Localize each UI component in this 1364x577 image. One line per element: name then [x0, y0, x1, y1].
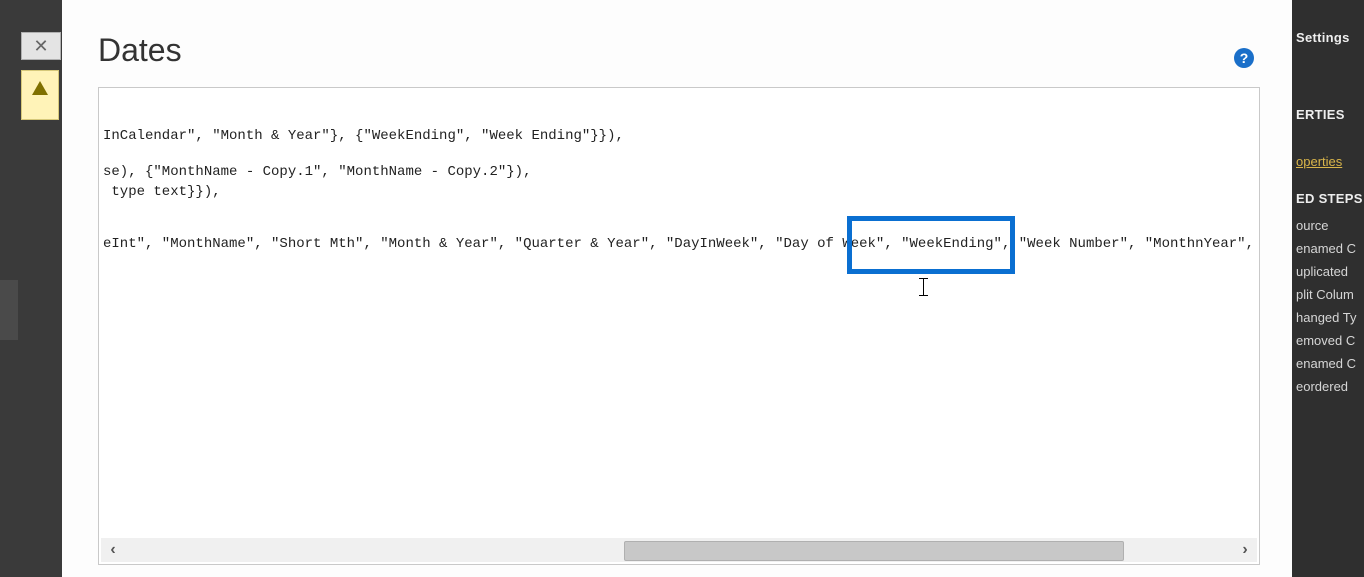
- applied-steps-heading: ED STEPS: [1292, 177, 1364, 214]
- applied-step-item[interactable]: enamed C: [1292, 237, 1364, 260]
- warning-icon: [32, 81, 48, 95]
- code-line: eInt", "MonthName", "Short Mth", "Month …: [99, 234, 1259, 254]
- code-line: type text}}),: [99, 182, 1259, 202]
- scroll-right-button[interactable]: ›: [1233, 538, 1257, 562]
- left-gutter: ✕: [0, 0, 62, 577]
- code-viewport: InCalendar", "Month & Year"}, {"WeekEndi…: [99, 88, 1259, 574]
- chevron-right-icon: ›: [1242, 541, 1247, 559]
- applied-step-item[interactable]: plit Colum: [1292, 283, 1364, 306]
- close-button[interactable]: ✕: [21, 32, 61, 60]
- applied-step-item[interactable]: hanged Ty: [1292, 306, 1364, 329]
- applied-step-item[interactable]: ource: [1292, 214, 1364, 237]
- left-accent: [0, 280, 18, 340]
- warning-tab[interactable]: [21, 70, 59, 120]
- text-caret: [923, 278, 924, 296]
- code-line: InCalendar", "Month & Year"}, {"WeekEndi…: [99, 126, 1259, 146]
- all-properties-link[interactable]: operties: [1292, 150, 1364, 177]
- chevron-left-icon: ‹: [110, 541, 115, 559]
- applied-step-item[interactable]: emoved C: [1292, 329, 1364, 352]
- applied-step-item[interactable]: uplicated: [1292, 260, 1364, 283]
- horizontal-scrollbar[interactable]: ‹ ›: [101, 538, 1257, 562]
- code-editor[interactable]: InCalendar", "Month & Year"}, {"WeekEndi…: [98, 87, 1260, 565]
- scroll-left-button[interactable]: ‹: [101, 538, 125, 562]
- advanced-editor-dialog: ? Dates InCalendar", "Month & Year"}, {"…: [62, 0, 1292, 577]
- help-icon[interactable]: ?: [1234, 48, 1254, 68]
- scroll-track[interactable]: [125, 538, 1233, 562]
- applied-step-item[interactable]: enamed C: [1292, 352, 1364, 375]
- applied-step-item[interactable]: eordered: [1292, 375, 1364, 398]
- settings-panel: Settings ERTIES operties ED STEPS ourcee…: [1292, 0, 1364, 577]
- scroll-thumb[interactable]: [624, 541, 1125, 561]
- properties-heading: ERTIES: [1292, 93, 1364, 130]
- help-glyph: ?: [1240, 50, 1249, 66]
- close-icon: ✕: [33, 36, 48, 57]
- settings-heading: Settings: [1292, 0, 1364, 53]
- code-line: se), {"MonthName - Copy.1", "MonthName -…: [99, 162, 1259, 182]
- page-title: Dates: [98, 32, 1262, 69]
